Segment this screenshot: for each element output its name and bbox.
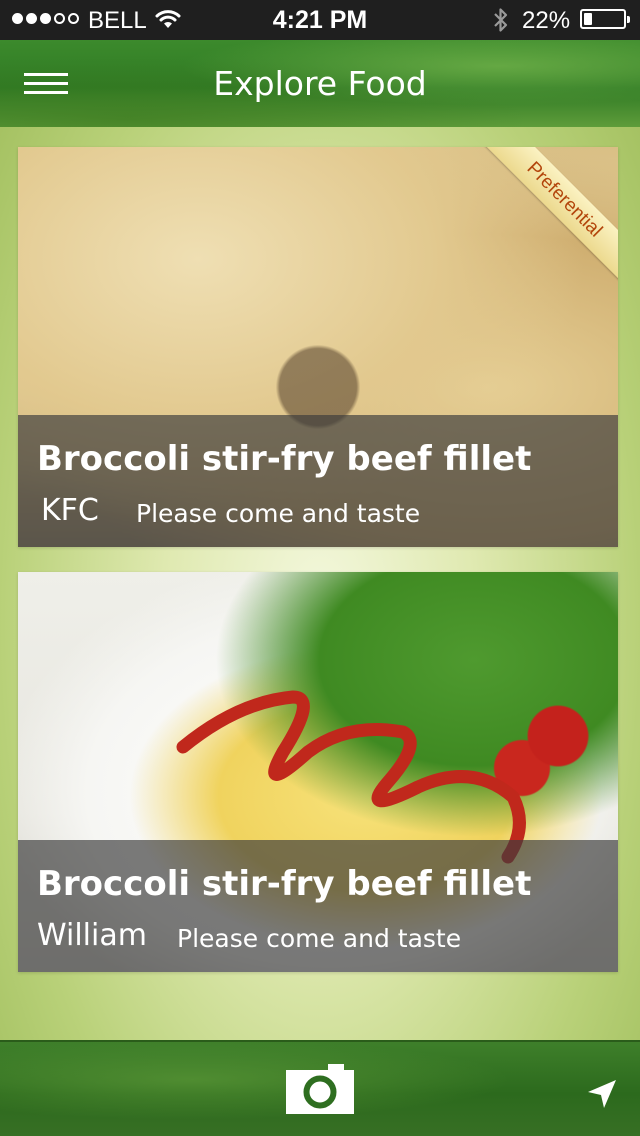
card-tagline: Please come and taste — [136, 499, 421, 528]
food-card[interactable]: Broccoli stir-fry beef fillet William Pl… — [18, 572, 618, 972]
bluetooth-icon — [494, 8, 508, 32]
page-title: Explore Food — [213, 64, 427, 103]
location-arrow-icon[interactable] — [586, 1078, 618, 1110]
battery-level-fill — [584, 13, 593, 25]
card-caption: Broccoli stir-fry beef fillet William Pl… — [18, 840, 618, 972]
camera-icon[interactable] — [286, 1064, 354, 1114]
battery-icon — [580, 9, 630, 29]
status-bar: BELL 4:21 PM 22% — [0, 0, 640, 40]
bottom-toolbar — [0, 1040, 640, 1136]
restaurant-name: William — [37, 918, 147, 953]
navigation-bar: Explore Food — [0, 40, 640, 127]
restaurant-name: KFC — [41, 493, 99, 528]
battery-percentage: 22% — [522, 7, 571, 34]
card-tagline: Please come and taste — [177, 924, 462, 953]
dish-name: Broccoli stir-fry beef fillet — [37, 864, 532, 904]
dish-name: Broccoli stir-fry beef fillet — [37, 439, 532, 479]
food-card[interactable]: Preferential Broccoli stir-fry beef fill… — [18, 147, 618, 547]
card-caption: Broccoli stir-fry beef fillet KFC Please… — [18, 415, 618, 547]
